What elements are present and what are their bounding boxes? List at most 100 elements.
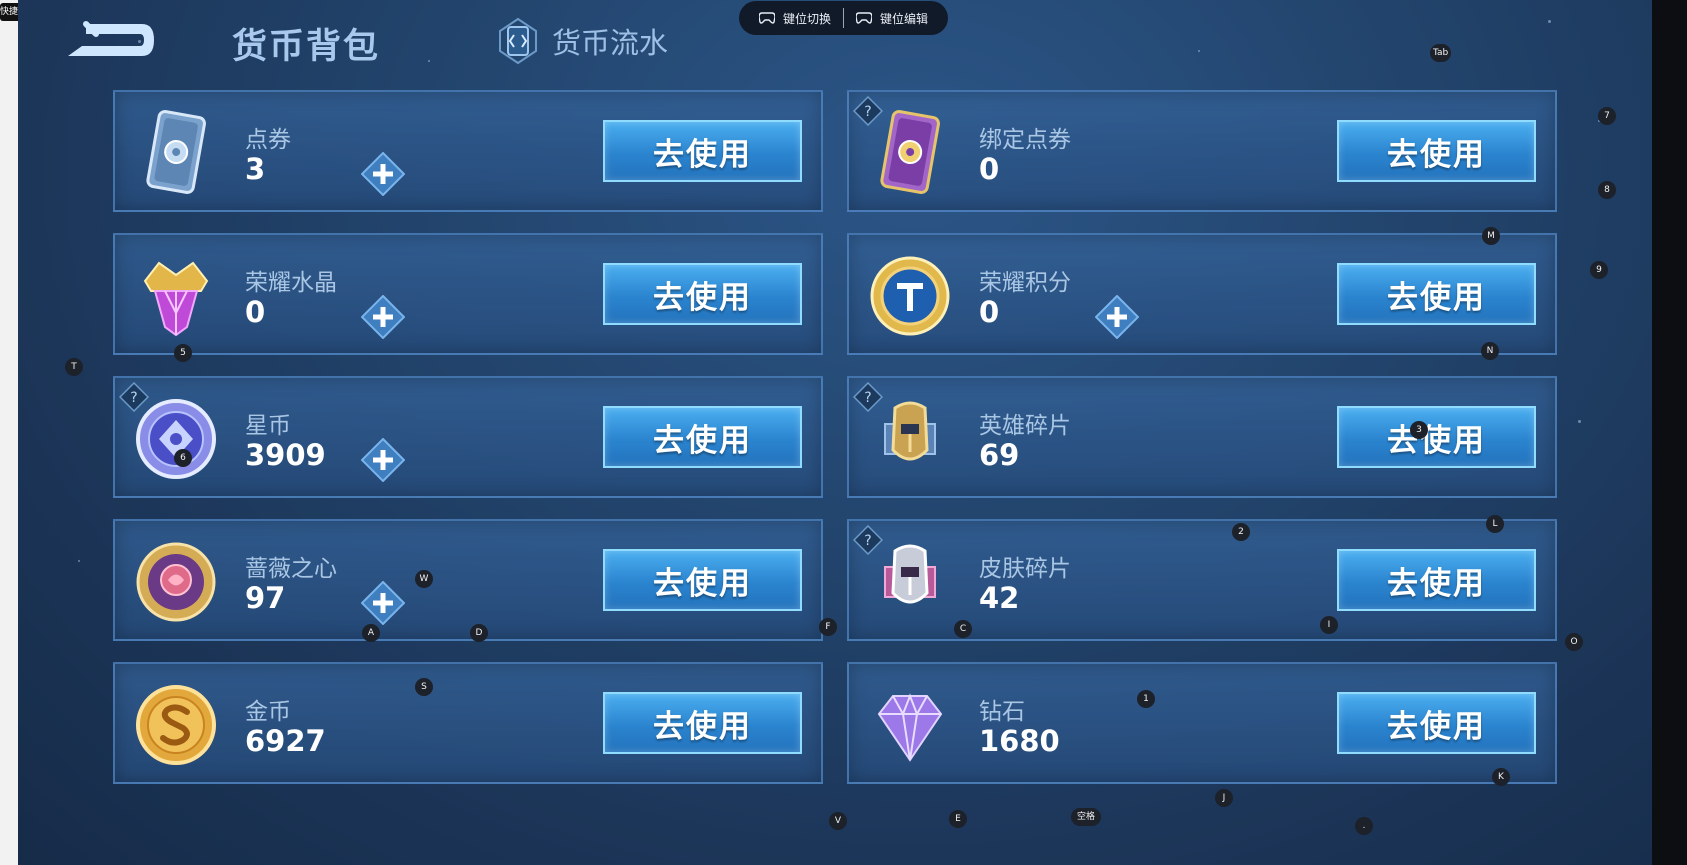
use-star-coin-button[interactable]: 去使用	[603, 406, 802, 468]
diamond-icon	[877, 693, 943, 762]
key-hint[interactable]: 6	[174, 449, 192, 467]
currency-name: 金币	[245, 699, 291, 725]
key-hint[interactable]: F	[819, 618, 837, 636]
bg-star	[1198, 50, 1200, 52]
currency-value: 0	[979, 295, 1000, 329]
currency-name: 荣耀水晶	[245, 270, 337, 296]
add-glory-crystal-button[interactable]	[361, 295, 405, 339]
currency-value: 0	[979, 152, 1000, 186]
ledger-icon	[499, 17, 537, 65]
key-edit-label: 键位编辑	[880, 11, 929, 26]
use-glory-crystal-button[interactable]: 去使用	[603, 263, 802, 325]
use-hero-shard-button[interactable]: 去使用	[1337, 406, 1536, 468]
currency-value: 97	[245, 581, 286, 615]
key-hint[interactable]: C	[954, 620, 972, 638]
bg-star	[78, 560, 80, 562]
currency-value: 42	[979, 581, 1020, 615]
currency-card-rose-heart: 蔷薇之心 97 去使用	[113, 519, 823, 641]
key-hint[interactable]: 2	[1232, 523, 1250, 541]
key-hint[interactable]: 5	[174, 344, 192, 362]
key-hint[interactable]: 8	[1598, 181, 1616, 199]
key-switch-button[interactable]: 键位切换	[747, 10, 843, 27]
bg-star	[1548, 20, 1551, 23]
rose-heart-icon	[136, 542, 216, 622]
hero-shard-icon	[884, 401, 936, 461]
currency-value: 3	[245, 152, 266, 186]
key-switch-label: 键位切换	[782, 11, 831, 26]
key-hint[interactable]: 9	[1590, 261, 1608, 279]
key-hint[interactable]: T	[65, 358, 83, 376]
currency-value: 1680	[979, 724, 1060, 758]
currency-name: 星币	[245, 413, 291, 439]
gamepad-icon	[856, 12, 872, 24]
bound-voucher-icon	[880, 110, 940, 194]
game-window: 货币背包 货币流水 键位切换 键位编辑 点券 3 去使用 ? 绑定点券 0 去使…	[18, 0, 1652, 865]
key-hint[interactable]: S	[415, 678, 433, 696]
use-voucher-button[interactable]: 去使用	[603, 120, 802, 182]
currency-name: 钻石	[979, 699, 1025, 725]
currency-name: 蔷薇之心	[245, 556, 337, 582]
currency-name: 英雄碎片	[979, 413, 1071, 439]
crystal-icon	[143, 261, 209, 337]
currency-card-skin-shard: ? 皮肤碎片 42 去使用	[847, 519, 1557, 641]
currency-value: 6927	[245, 724, 326, 758]
currency-card-gold-coin: 金币 6927 去使用	[113, 662, 823, 784]
bg-star	[1578, 420, 1581, 423]
key-hint[interactable]: 3	[1410, 421, 1428, 439]
key-hint[interactable]: K	[1492, 768, 1510, 786]
currency-value: 0	[245, 295, 266, 329]
use-skin-shard-button[interactable]: 去使用	[1337, 549, 1536, 611]
voucher-icon	[146, 110, 206, 194]
gold-coin-icon	[136, 685, 216, 765]
currency-card-voucher: 点券 3 去使用	[113, 90, 823, 212]
currency-name: 点券	[245, 127, 291, 153]
use-diamond-button[interactable]: 去使用	[1337, 692, 1536, 754]
skin-shard-icon	[884, 544, 936, 604]
currency-name: 皮肤碎片	[979, 556, 1071, 582]
key-hint[interactable]: D	[470, 624, 488, 642]
add-rose-heart-button[interactable]	[361, 581, 405, 625]
star-coin-icon	[136, 399, 216, 479]
gamepad-icon	[758, 12, 775, 24]
add-voucher-button[interactable]	[361, 152, 405, 196]
use-rose-heart-button[interactable]: 去使用	[603, 549, 802, 611]
currency-value: 3909	[245, 438, 326, 472]
back-button[interactable]	[58, 18, 158, 64]
key-hint[interactable]: N	[1481, 342, 1499, 360]
use-glory-points-button[interactable]: 去使用	[1337, 263, 1536, 325]
back-arrow-icon	[68, 21, 154, 56]
use-gold-coin-button[interactable]: 去使用	[603, 692, 802, 754]
key-toolbar: 键位切换 键位编辑	[739, 1, 948, 35]
add-glory-points-button[interactable]	[1095, 295, 1139, 339]
key-hint[interactable]: 7	[1598, 107, 1616, 125]
key-hint[interactable]: L	[1486, 515, 1504, 533]
key-hint[interactable]: I	[1320, 616, 1338, 634]
use-bound-voucher-button[interactable]: 去使用	[1337, 120, 1536, 182]
currency-name: 绑定点券	[979, 127, 1071, 153]
key-hint[interactable]: 1	[1137, 690, 1155, 708]
key-hint[interactable]: J	[1215, 789, 1233, 807]
key-hint[interactable]: W	[415, 570, 433, 588]
key-hint[interactable]: A	[362, 624, 380, 642]
key-hint[interactable]: V	[829, 812, 847, 830]
currency-value: 69	[979, 438, 1020, 472]
currency-card-glory-crystal: 荣耀水晶 0 去使用	[113, 233, 823, 355]
currency-card-hero-shard: ? 英雄碎片 69 去使用	[847, 376, 1557, 498]
key-hint[interactable]: M	[1482, 227, 1500, 245]
add-star-coin-button[interactable]	[361, 438, 405, 482]
currency-card-diamond: 钻石 1680 去使用	[847, 662, 1557, 784]
key-hint-space[interactable]: 空格	[1071, 808, 1101, 826]
page-title: 货币背包	[232, 27, 381, 67]
key-hint[interactable]: E	[949, 810, 967, 828]
points-medal-icon	[870, 256, 950, 336]
currency-card-star-coin: ? 星币 3909 去使用	[113, 376, 823, 498]
right-edge	[1652, 0, 1687, 865]
tab-currency-flow[interactable]: 货币流水	[496, 14, 668, 68]
key-hint-tab[interactable]: Tab	[1430, 44, 1452, 62]
currency-card-glory-points: 荣耀积分 0 去使用	[847, 233, 1557, 355]
key-hint[interactable]: O	[1565, 633, 1583, 651]
key-edit-button[interactable]: 键位编辑	[844, 10, 940, 27]
key-hint[interactable]: .	[1355, 817, 1373, 835]
left-edge	[0, 0, 18, 865]
tab-label: 货币流水	[552, 26, 669, 60]
